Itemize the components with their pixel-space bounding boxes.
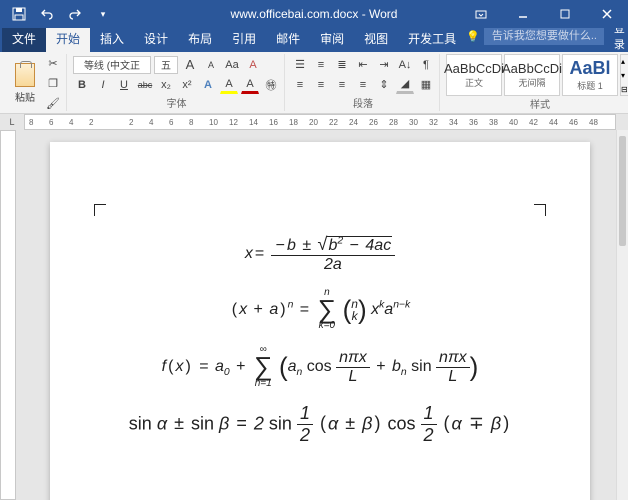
grow-font-icon[interactable]: A <box>181 56 199 74</box>
shrink-font-icon[interactable]: A <box>202 56 220 74</box>
format-painter-icon[interactable]: 🖌 <box>44 94 62 112</box>
page[interactable]: x= −b ± √b2 − 4ac 2a (x + a)n = n∑k=0 (n… <box>50 142 590 500</box>
document-viewport[interactable]: x= −b ± √b2 − 4ac 2a (x + a)n = n∑k=0 (n… <box>24 130 616 500</box>
justify-icon[interactable]: ≡ <box>354 76 372 94</box>
shading-icon[interactable]: ◢ <box>396 76 414 94</box>
group-label-paragraph: 段落 <box>291 95 435 111</box>
align-center-icon[interactable]: ≡ <box>312 76 330 94</box>
tab-file[interactable]: 文件 <box>2 26 46 52</box>
ribbon-options-icon[interactable] <box>460 0 502 28</box>
bullets-icon[interactable]: ☰ <box>291 56 309 74</box>
equation-quadratic[interactable]: x= −b ± √b2 − 4ac 2a <box>110 234 530 274</box>
clear-format-icon[interactable]: A <box>244 56 262 74</box>
show-marks-icon[interactable]: ¶ <box>417 56 435 74</box>
numbering-icon[interactable]: ≡ <box>312 56 330 74</box>
qat-customize-icon[interactable]: ▾ <box>92 3 114 25</box>
close-icon[interactable] <box>586 0 628 28</box>
tell-me-input[interactable] <box>484 27 604 45</box>
minimize-icon[interactable] <box>502 0 544 28</box>
bold-button[interactable]: B <box>73 76 91 94</box>
save-icon[interactable] <box>8 3 30 25</box>
tab-references[interactable]: 引用 <box>222 26 266 52</box>
multilevel-icon[interactable]: ≣ <box>333 56 351 74</box>
vertical-scrollbar[interactable] <box>616 130 628 500</box>
ribbon-tabs: 文件 开始 插入 设计 布局 引用 邮件 审阅 视图 开发工具 💡 登录 共享 <box>0 28 628 52</box>
redo-icon[interactable] <box>64 3 86 25</box>
superscript-button[interactable]: x² <box>178 76 196 94</box>
italic-button[interactable]: I <box>94 76 112 94</box>
margin-corner-tl <box>94 204 106 216</box>
scrollbar-thumb[interactable] <box>619 136 626 246</box>
change-case-icon[interactable]: Aa <box>223 56 241 74</box>
group-paragraph: ☰ ≡ ≣ ⇤ ⇥ A↓ ¶ ≡ ≡ ≡ ≡ ⇕ ◢ ▦ <box>287 54 440 111</box>
highlight-icon[interactable]: A <box>220 76 238 94</box>
document-area: L 86422468101214161820222426283032343638… <box>0 114 628 500</box>
tab-review[interactable]: 审阅 <box>310 26 354 52</box>
tab-developer[interactable]: 开发工具 <box>398 26 466 52</box>
enclose-icon[interactable]: ㊕ <box>262 76 280 94</box>
quick-access-toolbar: ▾ <box>0 3 114 25</box>
group-label-styles: 样式 <box>446 96 628 112</box>
tab-design[interactable]: 设计 <box>134 26 178 52</box>
tab-mailings[interactable]: 邮件 <box>266 26 310 52</box>
undo-icon[interactable] <box>36 3 58 25</box>
margin-corner-tr <box>534 204 546 216</box>
paste-button[interactable]: 粘贴 <box>8 63 42 104</box>
font-size-dropdown[interactable]: 五 <box>154 56 178 74</box>
style-heading1[interactable]: AaBl标题 1 <box>562 54 618 96</box>
lightbulb-icon: 💡 <box>466 30 480 43</box>
borders-icon[interactable]: ▦ <box>417 76 435 94</box>
sort-icon[interactable]: A↓ <box>396 56 414 74</box>
group-styles: AaBbCcDi正文 AaBbCcDi无间隔 AaBl标题 1 ▴▾⊟ 样式 <box>442 54 628 111</box>
cut-icon[interactable]: ✂ <box>44 54 62 72</box>
tab-home[interactable]: 开始 <box>46 26 90 52</box>
ribbon: 粘贴 ✂ ❐ 🖌 剪贴板 等线 (中文正 五 A A Aa A <box>0 52 628 114</box>
title-bar: ▾ www.officebai.com.docx - Word <box>0 0 628 28</box>
window-controls <box>460 0 628 28</box>
equation-trig[interactable]: sin α ± sin β = 2 sin 12 (α ± β) cos 12 … <box>110 403 530 446</box>
text-effects-icon[interactable]: A <box>199 76 217 94</box>
decrease-indent-icon[interactable]: ⇤ <box>354 56 372 74</box>
style-nospace[interactable]: AaBbCcDi无间隔 <box>504 54 560 96</box>
window-title: www.officebai.com.docx - Word <box>231 7 398 21</box>
equation-binomial[interactable]: (x + a)n = n∑k=0 (nk) xkan−k <box>110 288 530 331</box>
equation-fourier[interactable]: f(x) = a0 + ∞∑n=1 (an cos nπxL + bn sin … <box>110 345 530 388</box>
clipboard-icon <box>15 63 35 87</box>
font-color-icon[interactable]: A <box>241 76 259 94</box>
align-left-icon[interactable]: ≡ <box>291 76 309 94</box>
strike-button[interactable]: abc <box>136 76 154 94</box>
subscript-button[interactable]: x₂ <box>157 76 175 94</box>
tab-view[interactable]: 视图 <box>354 26 398 52</box>
ruler-corner: L <box>0 114 24 130</box>
styles-gallery-expand[interactable]: ▴▾⊟ <box>620 54 628 96</box>
underline-button[interactable]: U <box>115 76 133 94</box>
font-family-dropdown[interactable]: 等线 (中文正 <box>73 56 151 74</box>
group-label-font: 字体 <box>73 95 280 111</box>
align-right-icon[interactable]: ≡ <box>333 76 351 94</box>
group-clipboard: 粘贴 ✂ ❐ 🖌 剪贴板 <box>4 54 67 111</box>
vertical-ruler[interactable] <box>0 130 16 500</box>
tab-layout[interactable]: 布局 <box>178 26 222 52</box>
increase-indent-icon[interactable]: ⇥ <box>375 56 393 74</box>
tab-insert[interactable]: 插入 <box>90 26 134 52</box>
group-font: 等线 (中文正 五 A A Aa A B I U abc x₂ x² A A A <box>69 54 285 111</box>
horizontal-ruler[interactable]: 8642246810121416182022242628303234363840… <box>24 114 616 130</box>
line-spacing-icon[interactable]: ⇕ <box>375 76 393 94</box>
style-normal[interactable]: AaBbCcDi正文 <box>446 54 502 96</box>
copy-icon[interactable]: ❐ <box>44 74 62 92</box>
maximize-icon[interactable] <box>544 0 586 28</box>
